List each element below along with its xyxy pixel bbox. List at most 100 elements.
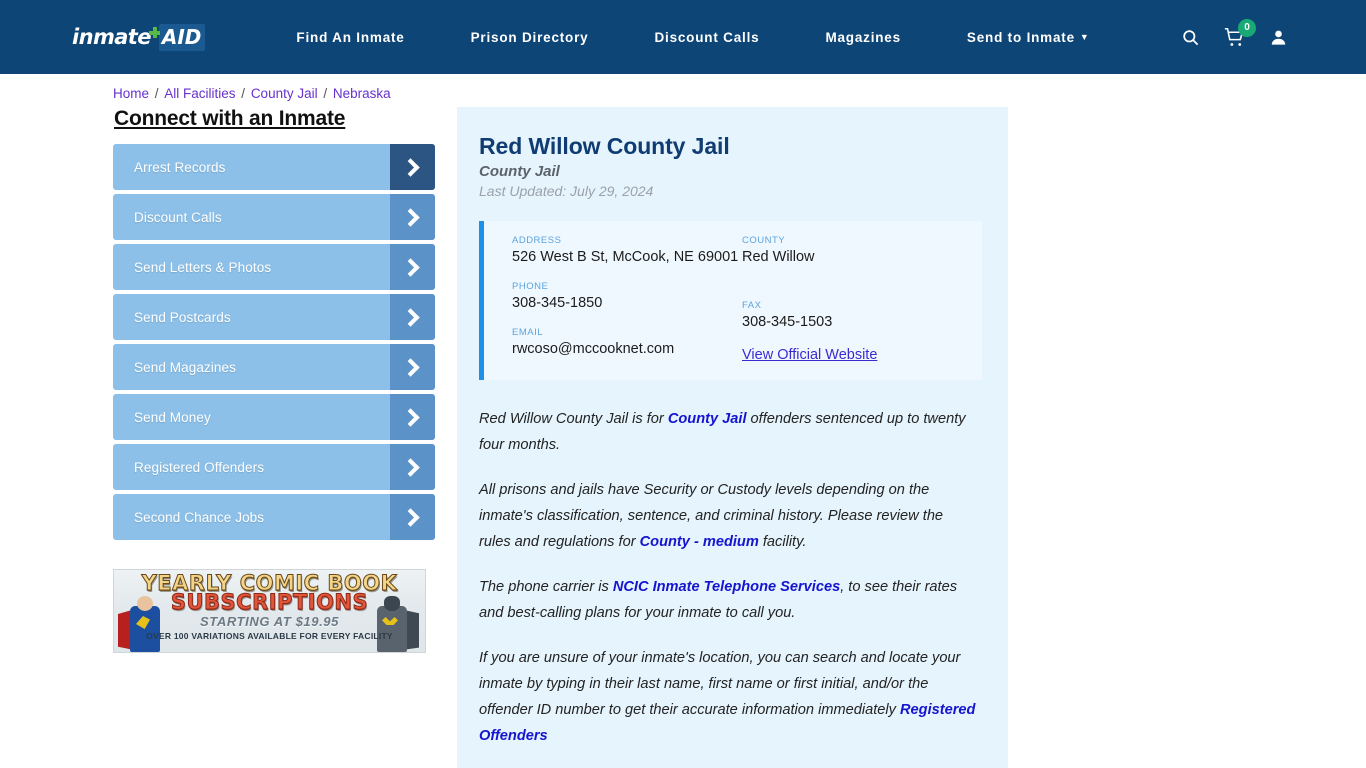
chevron-right-icon [390, 194, 435, 240]
breadcrumb-separator: / [319, 86, 331, 101]
chevron-right-icon [390, 294, 435, 340]
sidebar-item-send-postcards[interactable]: Send Postcards [113, 294, 435, 340]
sidebar-item-send-magazines[interactable]: Send Magazines [113, 344, 435, 390]
nav-icon-group: 0 [1168, 0, 1300, 74]
breadcrumb-item-county-jail[interactable]: County Jail [251, 86, 318, 101]
ad-text-block: YEARLY COMIC BOOK SUBSCRIPTIONS STARTING… [114, 571, 425, 642]
sidebar-heading: Connect with an Inmate [114, 107, 346, 130]
layout-spacer [742, 267, 972, 286]
content-columns: Connect with an Inmate Arrest Records Di… [0, 107, 1366, 768]
info-item-website: View Official Website [742, 346, 972, 364]
sidebar-item-label: Registered Offenders [134, 459, 265, 475]
breadcrumb-separator: / [237, 86, 249, 101]
description-paragraph-2: All prisons and jails have Security or C… [479, 477, 976, 555]
top-navigation-bar: inmate AID Find An Inmate Prison Directo… [0, 0, 1366, 74]
nav-link-label: Discount Calls [654, 29, 760, 45]
sidebar-item-send-letters-photos[interactable]: Send Letters & Photos [113, 244, 435, 290]
highlight-phone-carrier: NCIC Inmate Telephone Services [612, 579, 841, 595]
info-item-phone: PHONE 308-345-1850 [512, 281, 742, 313]
text-segment: If you are unsure of your inmate's locat… [479, 650, 961, 718]
ad-price-line: STARTING AT $19.95 [200, 614, 339, 630]
breadcrumb-item-all-facilities[interactable]: All Facilities [164, 86, 235, 101]
info-label: EMAIL [512, 327, 544, 338]
last-updated-text: Last Updated: July 29, 2024 [479, 183, 654, 199]
sidebar-item-label: Send Magazines [134, 359, 236, 375]
view-official-website-link[interactable]: View Official Website [742, 347, 877, 363]
nav-link-label: Send to Inmate [966, 29, 1075, 45]
logo-wordmark: inmate [72, 25, 151, 49]
info-item-email: EMAIL rwcoso@mccooknet.com [512, 327, 742, 359]
info-value-email: rwcoso@mccooknet.com [512, 341, 675, 357]
nav-link-label: Prison Directory [470, 29, 589, 45]
info-item-county: COUNTY Red Willow [742, 235, 972, 286]
ad-subtext-line: OVER 100 VARIATIONS AVAILABLE FOR EVERY … [146, 631, 393, 642]
breadcrumb-item-home[interactable]: Home [113, 86, 149, 101]
info-value-address: 526 West B St, McCook, NE 69001 [512, 249, 739, 265]
primary-nav-links: Find An Inmate Prison Directory Discount… [263, 30, 1122, 45]
info-column-right: COUNTY Red Willow FAX 308-345-1503 View … [742, 235, 972, 364]
nav-link-discount-calls[interactable]: Discount Calls [654, 30, 759, 45]
nav-link-prison-directory[interactable]: Prison Directory [471, 30, 589, 45]
search-icon[interactable] [1168, 15, 1212, 59]
info-item-address: ADDRESS 526 West B St, McCook, NE 69001 [512, 235, 742, 267]
text-segment: facility. [758, 534, 807, 550]
description-paragraph-4: If you are unsure of your inmate's locat… [479, 645, 976, 749]
text-segment: Red Willow County Jail is for [479, 411, 668, 427]
highlight-security-level: County - medium [639, 534, 759, 550]
nav-link-label: Magazines [825, 29, 901, 45]
page-title: Red Willow County Jail [479, 133, 730, 159]
page-body: Home / All Facilities / County Jail / Ne… [0, 74, 1366, 768]
chevron-right-icon [390, 444, 435, 490]
chevron-down-icon: ▼ [1079, 31, 1090, 42]
facility-description: Red Willow County Jail is for County Jai… [479, 406, 982, 749]
sidebar-item-label: Discount Calls [134, 209, 222, 225]
breadcrumb-item-nebraska[interactable]: Nebraska [333, 86, 391, 101]
ad-headline-line2: SUBSCRIPTIONS [170, 590, 369, 615]
nav-link-magazines[interactable]: Magazines [825, 30, 900, 45]
site-logo[interactable]: inmate AID [72, 23, 206, 51]
description-paragraph-1: Red Willow County Jail is for County Jai… [479, 406, 976, 458]
main-content: Red Willow County Jail County Jail Last … [435, 107, 1366, 768]
info-value-county: Red Willow [742, 249, 815, 265]
info-label: ADDRESS [512, 235, 562, 246]
facility-card: Red Willow County Jail County Jail Last … [457, 107, 1008, 768]
breadcrumb: Home / All Facilities / County Jail / Ne… [0, 74, 1366, 101]
sidebar: Connect with an Inmate Arrest Records Di… [113, 107, 435, 768]
info-label: PHONE [512, 281, 549, 292]
logo-aid-badge: AID [158, 23, 206, 51]
facility-info-panel: ADDRESS 526 West B St, McCook, NE 69001 … [479, 221, 982, 380]
chevron-right-icon [390, 244, 435, 290]
breadcrumb-separator: / [151, 86, 163, 101]
highlight-county-jail: County Jail [667, 411, 747, 427]
info-label: FAX [742, 300, 762, 311]
sidebar-item-label: Send Letters & Photos [134, 259, 272, 275]
comic-book-subscription-ad[interactable]: YEARLY COMIC BOOK SUBSCRIPTIONS STARTING… [113, 569, 426, 653]
facility-type-subtitle: County Jail [479, 163, 560, 180]
chevron-right-icon [390, 394, 435, 440]
nav-link-label: Find An Inmate [296, 29, 405, 45]
sidebar-item-label: Arrest Records [134, 159, 226, 175]
info-column-left: ADDRESS 526 West B St, McCook, NE 69001 … [512, 235, 742, 364]
text-segment: The phone carrier is [479, 579, 613, 595]
sidebar-item-label: Second Chance Jobs [134, 509, 265, 525]
green-cross-icon [148, 27, 160, 38]
nav-link-find-an-inmate[interactable]: Find An Inmate [296, 30, 404, 45]
sidebar-item-second-chance-jobs[interactable]: Second Chance Jobs [113, 494, 435, 540]
sidebar-item-discount-calls[interactable]: Discount Calls [113, 194, 435, 240]
nav-link-send-to-inmate[interactable]: Send to Inmate ▼ [967, 30, 1090, 45]
cart-icon[interactable]: 0 [1212, 15, 1256, 59]
chevron-right-icon [390, 144, 435, 190]
info-label: COUNTY [742, 235, 786, 246]
chevron-right-icon [390, 344, 435, 390]
sidebar-item-registered-offenders[interactable]: Registered Offenders [113, 444, 435, 490]
info-value-phone: 308-345-1850 [512, 295, 603, 311]
description-paragraph-3: The phone carrier is NCIC Inmate Telepho… [479, 574, 976, 626]
chevron-right-icon [390, 494, 435, 540]
info-item-fax: FAX 308-345-1503 [742, 300, 972, 332]
sidebar-item-arrest-records[interactable]: Arrest Records [113, 144, 435, 190]
user-account-icon[interactable] [1256, 15, 1300, 59]
info-value-fax: 308-345-1503 [742, 314, 833, 330]
cart-count-badge: 0 [1238, 19, 1256, 37]
sidebar-item-label: Send Postcards [134, 309, 231, 325]
sidebar-item-send-money[interactable]: Send Money [113, 394, 435, 440]
